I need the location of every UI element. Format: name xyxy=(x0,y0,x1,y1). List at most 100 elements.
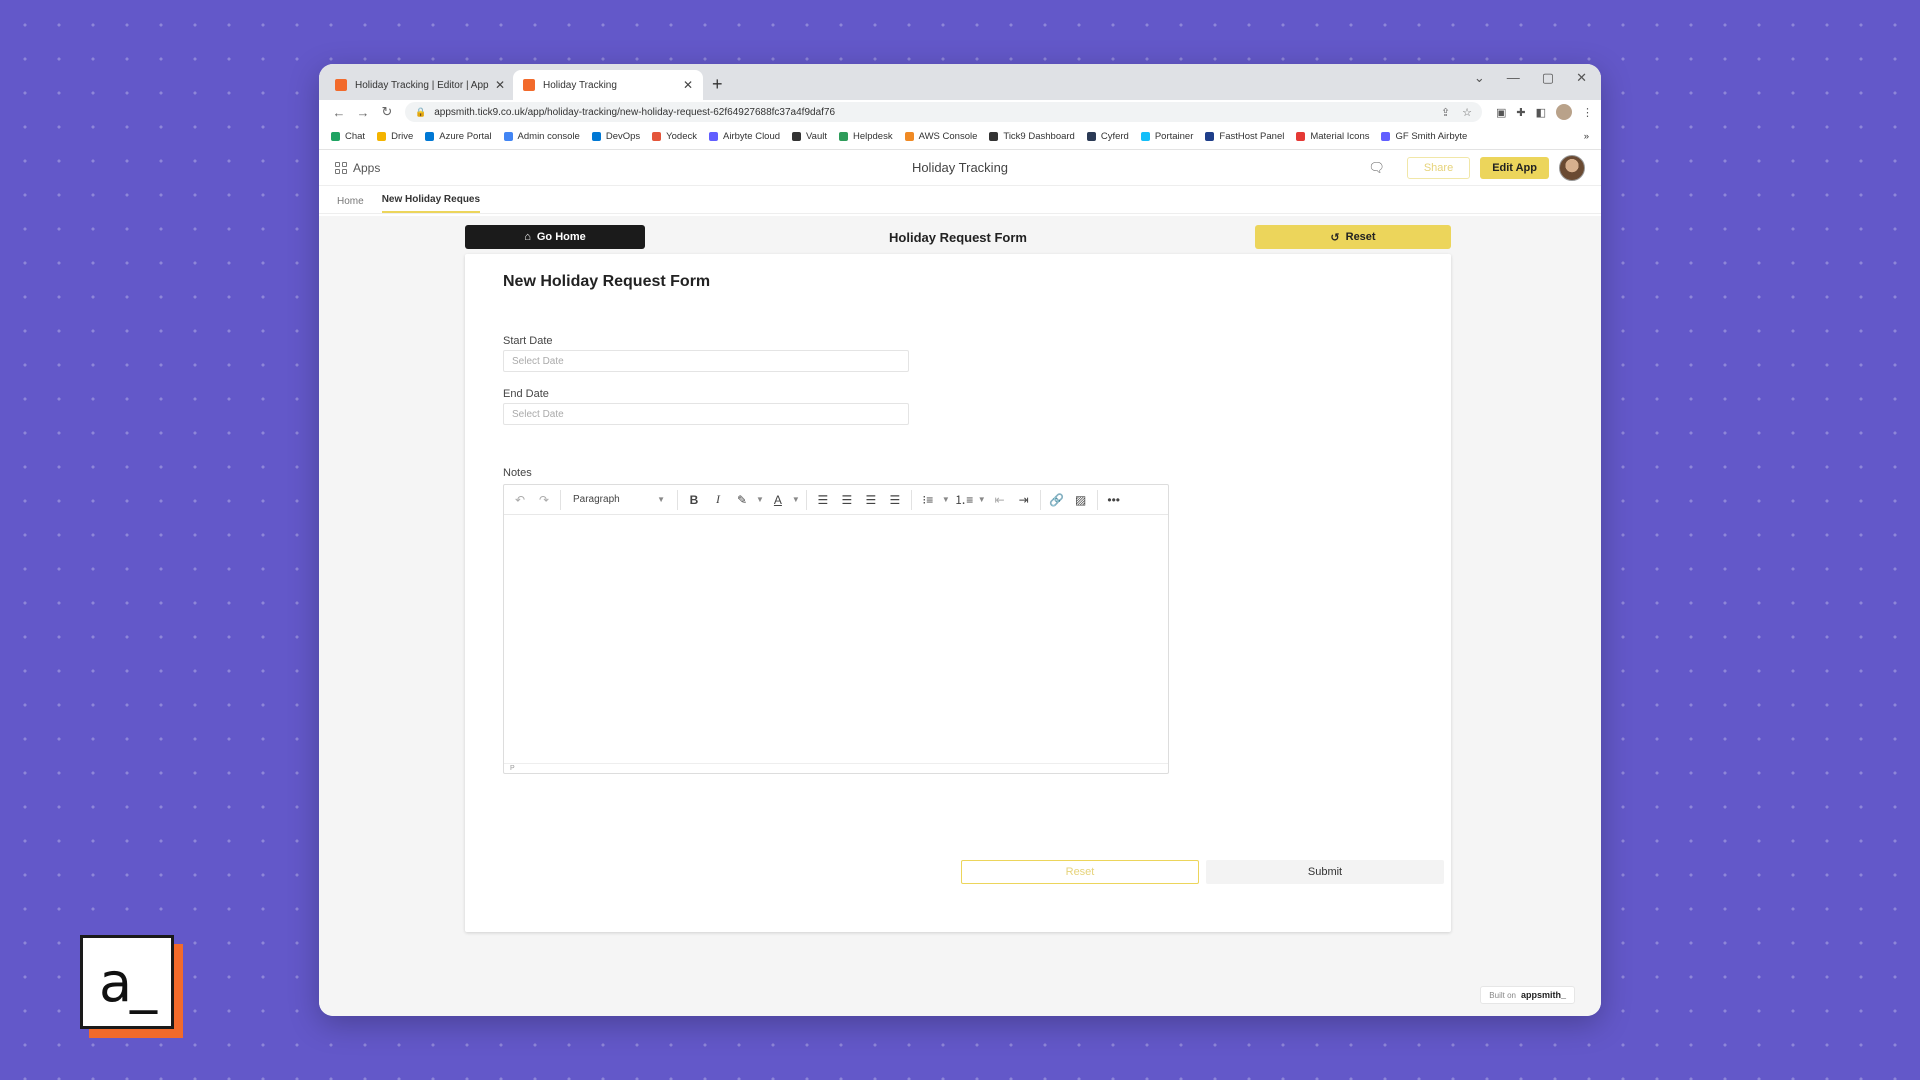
extensions-area: ▣ ✚ ◧ ⋮ xyxy=(1496,104,1593,120)
bookmark-icon xyxy=(377,132,387,141)
share-page-icon[interactable]: ⇪ xyxy=(1441,106,1450,119)
go-home-label: Go Home xyxy=(536,231,586,243)
bold-icon[interactable]: B xyxy=(684,490,704,510)
bookmark-icon xyxy=(331,132,340,141)
toolbar-divider xyxy=(805,489,807,510)
start-date-label: Start Date xyxy=(503,335,553,347)
bookmark-label: Portainer xyxy=(1154,131,1194,142)
bookmark-devops[interactable]: DevOps xyxy=(591,131,640,142)
block-format-select[interactable]: Paragraph ▼ xyxy=(567,490,671,510)
bookmark-icon xyxy=(1086,132,1096,141)
bookmark-fasthost-panel[interactable]: FastHost Panel xyxy=(1205,131,1284,142)
bookmark-azure-portal[interactable]: Azure Portal xyxy=(425,131,492,142)
text-color-icon[interactable]: A xyxy=(768,490,788,510)
tab-title: Holiday Tracking | Editor | Appsm xyxy=(355,79,489,91)
numbered-list-icon[interactable]: ⒈≡ xyxy=(954,490,974,510)
block-format-value: Paragraph xyxy=(573,494,620,505)
close-window-icon[interactable]: ✕ xyxy=(1576,70,1587,86)
back-icon[interactable]: ← xyxy=(327,105,351,120)
bookmark-chat[interactable]: Chat xyxy=(331,131,365,142)
end-date-label: End Date xyxy=(503,388,549,400)
bookmark-yodeck[interactable]: Yodeck xyxy=(652,131,697,142)
edit-app-button[interactable]: Edit App xyxy=(1480,156,1549,179)
appsmith-brand-text: appsmith_ xyxy=(1520,990,1566,1000)
bookmark-gf-smith-airbyte[interactable]: GF Smith Airbyte xyxy=(1381,131,1467,142)
forward-icon[interactable]: → xyxy=(351,105,375,120)
image-icon[interactable]: ▨ xyxy=(1071,490,1091,510)
bookmark-label: AWS Console xyxy=(918,131,978,142)
bookmark-icon xyxy=(652,132,662,141)
bookmark-aws-console[interactable]: AWS Console xyxy=(904,131,978,142)
editor-content-area[interactable] xyxy=(504,515,1168,763)
end-date-picker[interactable]: Select Date xyxy=(503,403,909,425)
bookmark-vault[interactable]: Vault xyxy=(792,131,827,142)
browser-tab-holiday-tracking[interactable]: Holiday Tracking ✕ xyxy=(513,70,703,100)
highlight-color-icon[interactable]: ✎ xyxy=(732,490,752,510)
url-bar[interactable]: 🔒 appsmith.tick9.co.uk/app/holiday-track… xyxy=(405,102,1482,122)
more-options-icon[interactable]: ••• xyxy=(1104,490,1124,510)
apps-menu[interactable]: Apps xyxy=(335,161,380,175)
share-button[interactable]: Share xyxy=(1406,156,1471,179)
bookmark-star-icon[interactable]: ☆ xyxy=(1462,106,1472,119)
bookmarks-overflow-icon[interactable]: » xyxy=(1584,131,1589,142)
italic-icon[interactable]: I xyxy=(708,490,728,510)
outdent-icon[interactable]: ⇤ xyxy=(990,490,1010,510)
chevron-down-icon[interactable]: ▼ xyxy=(942,495,950,504)
bookmark-material-icons[interactable]: Material Icons xyxy=(1296,131,1369,142)
lock-icon[interactable]: 🔒 xyxy=(415,107,426,118)
extension-icon[interactable]: ▣ xyxy=(1496,106,1506,119)
close-tab-icon[interactable]: ✕ xyxy=(495,78,505,92)
app-header-actions: 🗨 Share Edit App xyxy=(1368,154,1585,181)
browser-tab-editor[interactable]: Holiday Tracking | Editor | Appsm ✕ xyxy=(325,70,515,100)
submit-button[interactable]: Submit xyxy=(1206,860,1444,884)
menu-kebab-icon[interactable]: ⋮ xyxy=(1582,106,1593,119)
side-panel-icon[interactable]: ◧ xyxy=(1536,106,1546,119)
toolbar-divider xyxy=(1039,489,1041,510)
bookmark-tick9-dashboard[interactable]: Tick9 Dashboard xyxy=(989,131,1075,142)
built-on-badge[interactable]: Built on appsmith_ xyxy=(1480,986,1575,1004)
go-home-button[interactable]: ⌂ Go Home xyxy=(465,225,645,249)
bookmark-icon xyxy=(425,132,435,141)
top-reset-button[interactable]: ↺ Reset xyxy=(1255,225,1451,249)
puzzle-icon[interactable]: ✚ xyxy=(1516,106,1525,119)
bookmark-label: Material Icons xyxy=(1310,131,1370,142)
tab-search-icon[interactable]: ⌄ xyxy=(1474,70,1485,86)
link-icon[interactable]: 🔗 xyxy=(1047,490,1067,510)
bookmark-drive[interactable]: Drive xyxy=(377,131,413,142)
bookmark-icon xyxy=(1296,132,1306,141)
profile-avatar[interactable] xyxy=(1556,104,1572,120)
align-justify-icon[interactable]: ☰ xyxy=(885,490,905,510)
close-tab-icon[interactable]: ✕ xyxy=(683,78,693,92)
reload-icon[interactable]: ↻ xyxy=(375,104,399,120)
user-avatar[interactable] xyxy=(1559,154,1585,181)
form-title: New Holiday Request Form xyxy=(503,273,711,290)
chevron-down-icon[interactable]: ▼ xyxy=(792,495,800,504)
align-center-icon[interactable]: ☰ xyxy=(837,490,857,510)
bookmark-cyferd[interactable]: Cyferd xyxy=(1086,131,1129,142)
bullet-list-icon[interactable]: ⁝≡ xyxy=(918,490,938,510)
align-right-icon[interactable]: ☰ xyxy=(861,490,881,510)
redo-icon[interactable]: ↷ xyxy=(534,490,554,510)
bookmark-icon xyxy=(591,132,601,141)
start-date-picker[interactable]: Select Date xyxy=(503,350,909,372)
comment-icon[interactable]: 🗨 xyxy=(1368,160,1385,176)
reset-button[interactable]: Reset xyxy=(961,860,1199,884)
bookmark-helpdesk[interactable]: Helpdesk xyxy=(838,131,893,142)
address-bar-row: ← → ↻ 🔒 appsmith.tick9.co.uk/app/holiday… xyxy=(319,100,1601,124)
window-controls: ⌄ — ▢ ✕ xyxy=(1474,70,1587,86)
page-tab-new-holiday-request[interactable]: New Holiday Reques xyxy=(381,194,481,213)
indent-icon[interactable]: ⇥ xyxy=(1014,490,1034,510)
maximize-icon[interactable]: ▢ xyxy=(1542,70,1554,86)
page-tab-home[interactable]: Home xyxy=(337,196,364,213)
undo-icon[interactable]: ↶ xyxy=(510,490,530,510)
chevron-down-icon[interactable]: ▼ xyxy=(756,495,764,504)
chevron-down-icon[interactable]: ▼ xyxy=(978,495,986,504)
new-tab-icon[interactable]: + xyxy=(712,74,723,95)
align-left-icon[interactable]: ☰ xyxy=(813,490,833,510)
reset-icon: ↺ xyxy=(1330,231,1340,244)
bookmark-airbyte-cloud[interactable]: Airbyte Cloud xyxy=(709,131,780,142)
bookmark-portainer[interactable]: Portainer xyxy=(1140,131,1194,142)
bookmark-label: Cyferd xyxy=(1100,131,1129,142)
bookmark-admin-console[interactable]: Admin console xyxy=(503,131,580,142)
minimize-icon[interactable]: — xyxy=(1507,70,1520,86)
